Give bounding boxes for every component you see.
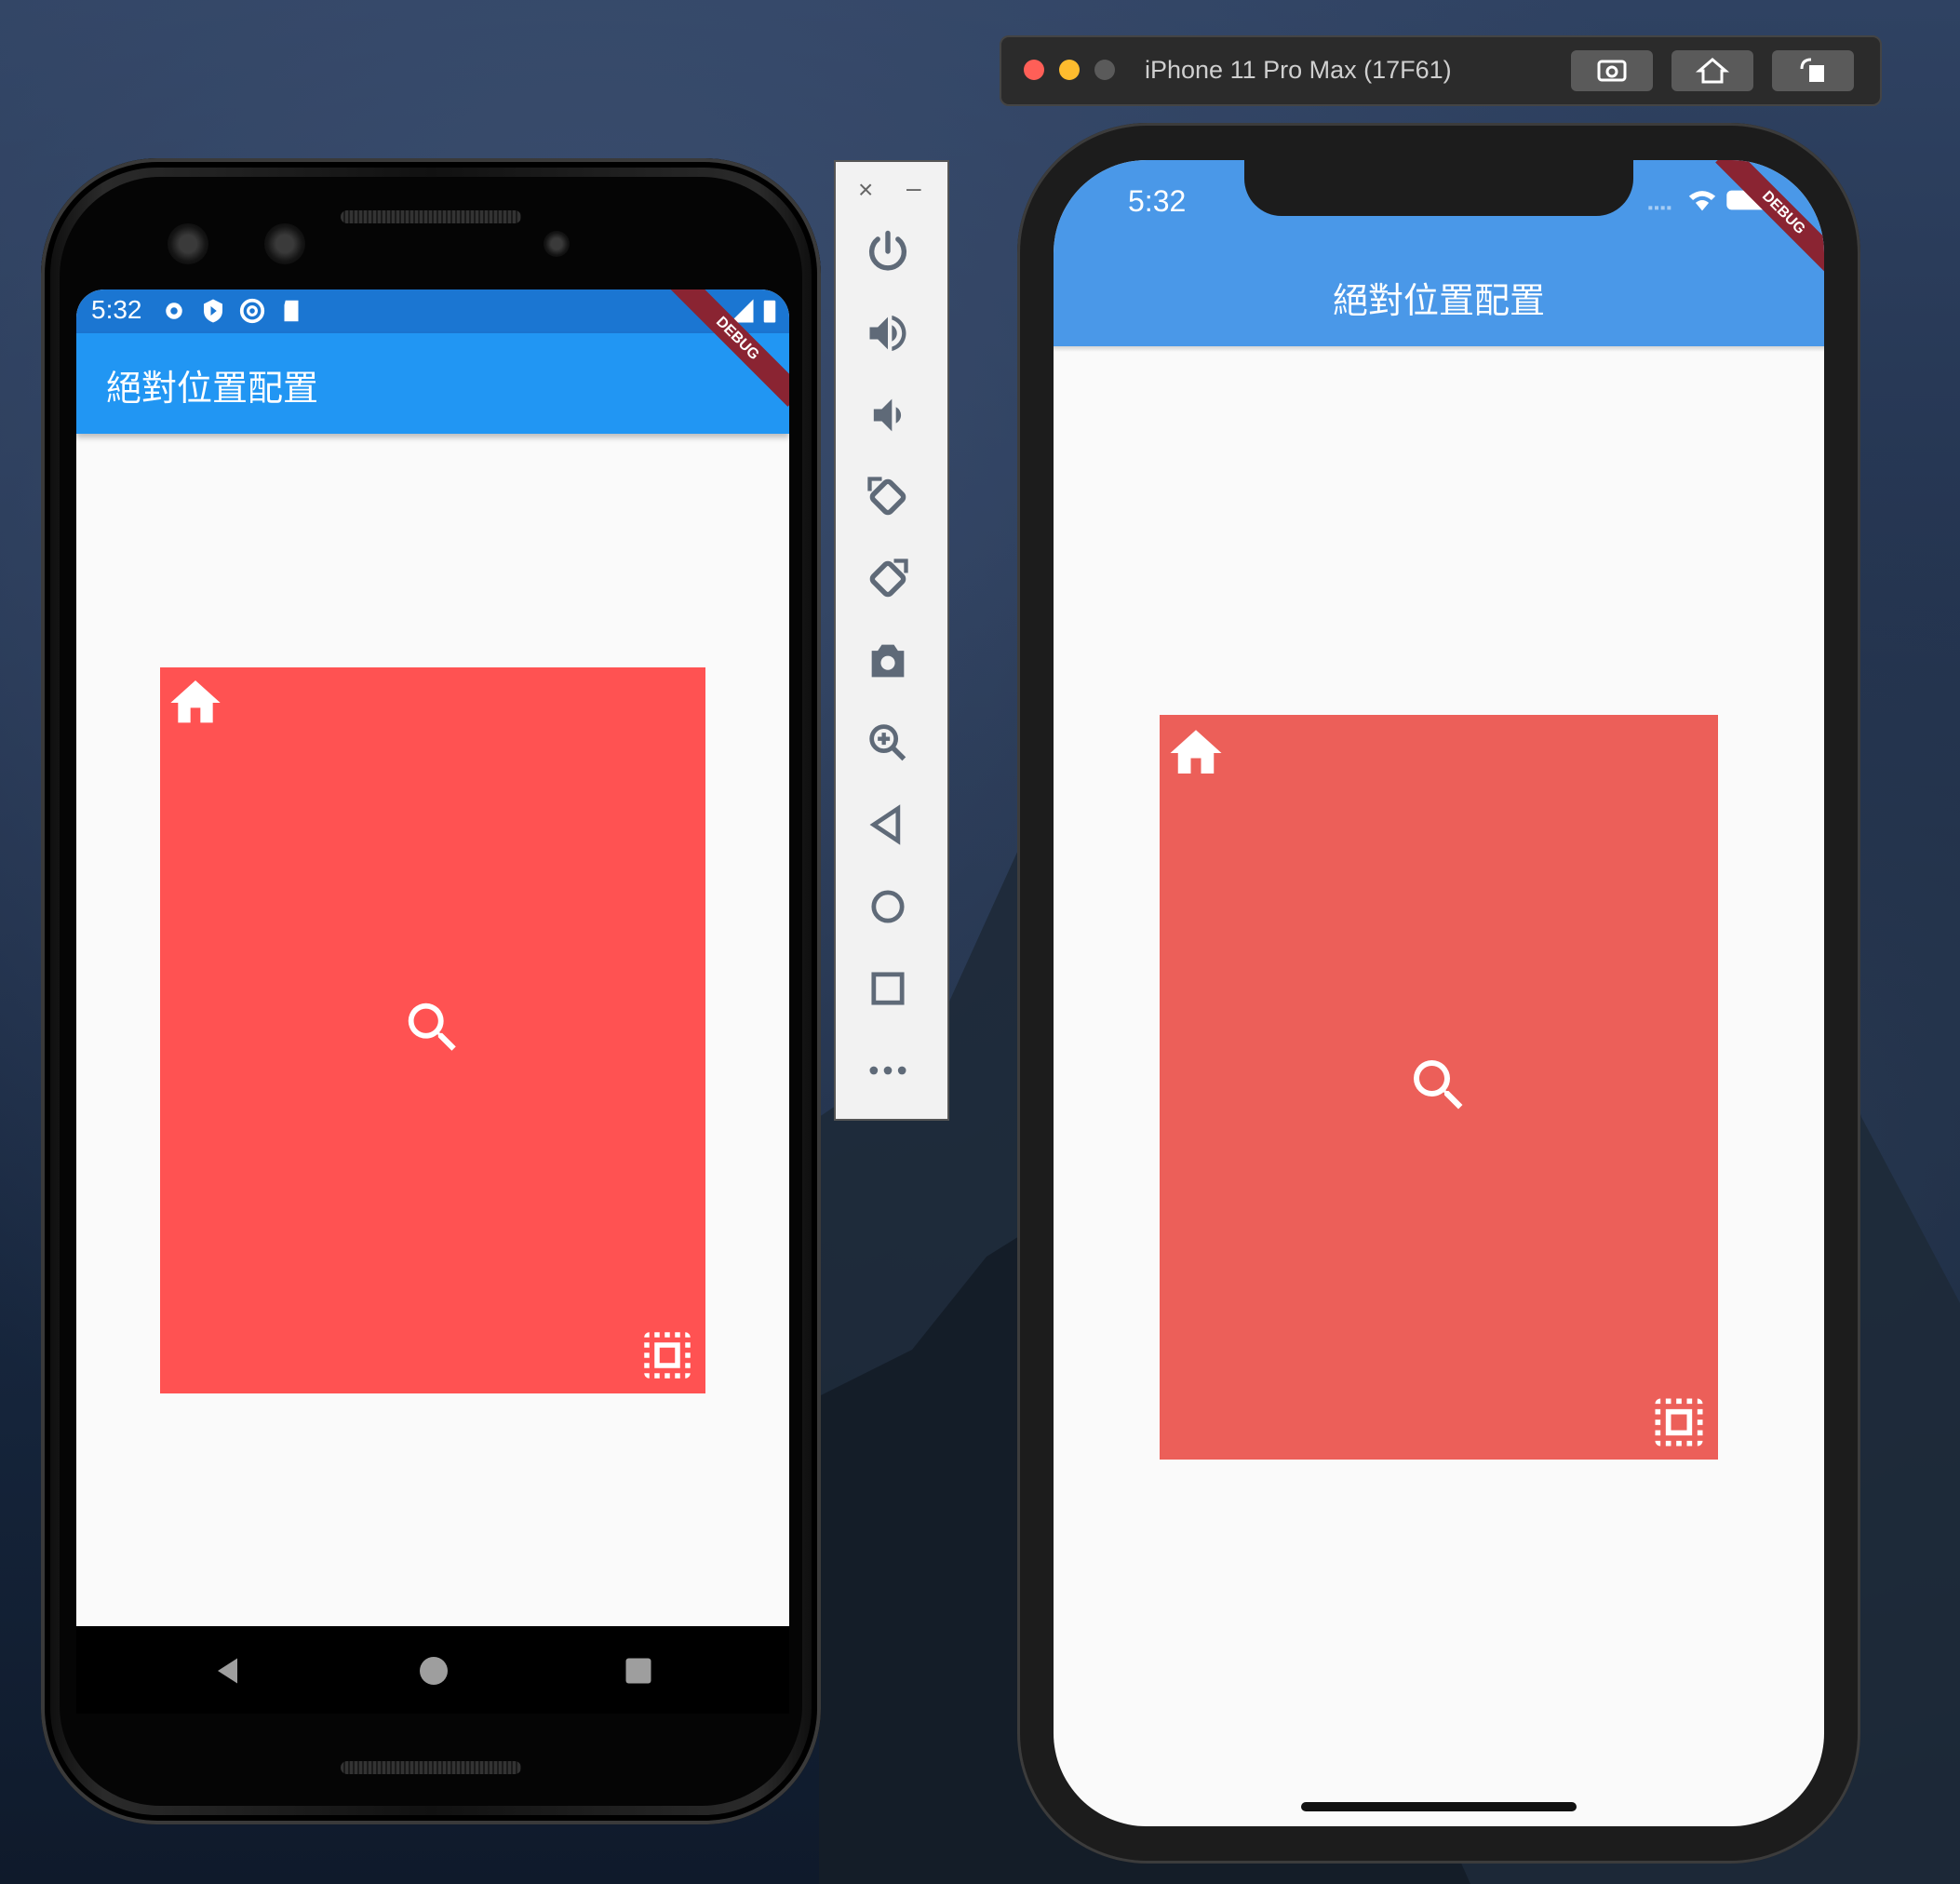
android-sensor — [264, 223, 305, 264]
overview-icon[interactable] — [864, 964, 912, 1013]
home-button[interactable] — [1671, 50, 1753, 91]
android-screen: 5:32 絕對位置配置 DEBUG — [76, 289, 789, 1714]
volume-down-icon[interactable] — [864, 391, 912, 439]
rotate-button[interactable] — [1772, 50, 1854, 91]
camera-icon[interactable] — [864, 637, 912, 685]
toolbar-close-button[interactable]: × — [858, 175, 873, 205]
android-top-speaker — [341, 210, 521, 223]
zoom-button[interactable] — [1094, 60, 1115, 80]
android-navigation-bar — [76, 1626, 789, 1714]
simulator-titlebar: iPhone 11 Pro Max (17F61) — [1000, 35, 1882, 106]
close-button[interactable] — [1024, 60, 1044, 80]
screenshot-button[interactable] — [1571, 50, 1653, 91]
iphone-app-title: 絕對位置配置 — [1332, 282, 1545, 321]
home-icon[interactable] — [1165, 722, 1227, 784]
android-red-container — [160, 667, 705, 1393]
iphone-red-container — [1160, 715, 1718, 1460]
volume-up-icon[interactable] — [864, 309, 912, 357]
zoom-icon[interactable] — [864, 719, 912, 767]
recents-icon[interactable] — [622, 1654, 655, 1688]
select-all-icon[interactable] — [1647, 1391, 1711, 1454]
toolbar-minimize-button[interactable]: – — [906, 173, 921, 203]
emulator-toolbar: × – — [834, 160, 949, 1121]
rotate-icon — [1800, 58, 1824, 82]
sd-card-icon — [284, 300, 299, 322]
more-icon[interactable] — [864, 1046, 912, 1095]
search-icon[interactable] — [1405, 1052, 1472, 1119]
home-icon[interactable] — [864, 882, 912, 931]
at-icon — [239, 298, 265, 324]
back-icon[interactable] — [212, 1654, 246, 1688]
android-status-time: 5:32 — [91, 295, 142, 324]
android-bottom-speaker — [341, 1761, 521, 1774]
android-front-camera — [168, 223, 208, 264]
android-proximity-sensor — [544, 231, 570, 257]
screenshot-icon — [1597, 60, 1627, 82]
power-icon[interactable] — [864, 227, 912, 276]
iphone-home-indicator[interactable] — [1301, 1802, 1577, 1811]
rotate-right-icon[interactable] — [864, 555, 912, 603]
android-app-title: 絕對位置配置 — [106, 370, 319, 409]
battery-icon — [763, 300, 776, 323]
minimize-button[interactable] — [1059, 60, 1080, 80]
back-icon[interactable] — [864, 801, 912, 849]
home-icon[interactable] — [166, 673, 225, 733]
home-icon — [1695, 58, 1730, 84]
rotate-left-icon[interactable] — [864, 473, 912, 521]
wifi-icon — [1688, 191, 1716, 211]
shield-icon — [204, 299, 222, 323]
select-all-icon[interactable] — [637, 1325, 698, 1386]
android-app-bar: 絕對位置配置 — [76, 333, 789, 434]
iphone-status-time: 5:32 — [1128, 184, 1187, 218]
simulator-title: iPhone 11 Pro Max (17F61) — [1145, 56, 1452, 84]
iphone-notch — [1244, 160, 1633, 216]
settings-icon — [166, 303, 182, 319]
signal-icon — [1648, 206, 1671, 210]
search-icon[interactable] — [400, 995, 465, 1060]
home-circle-icon[interactable] — [417, 1654, 450, 1688]
